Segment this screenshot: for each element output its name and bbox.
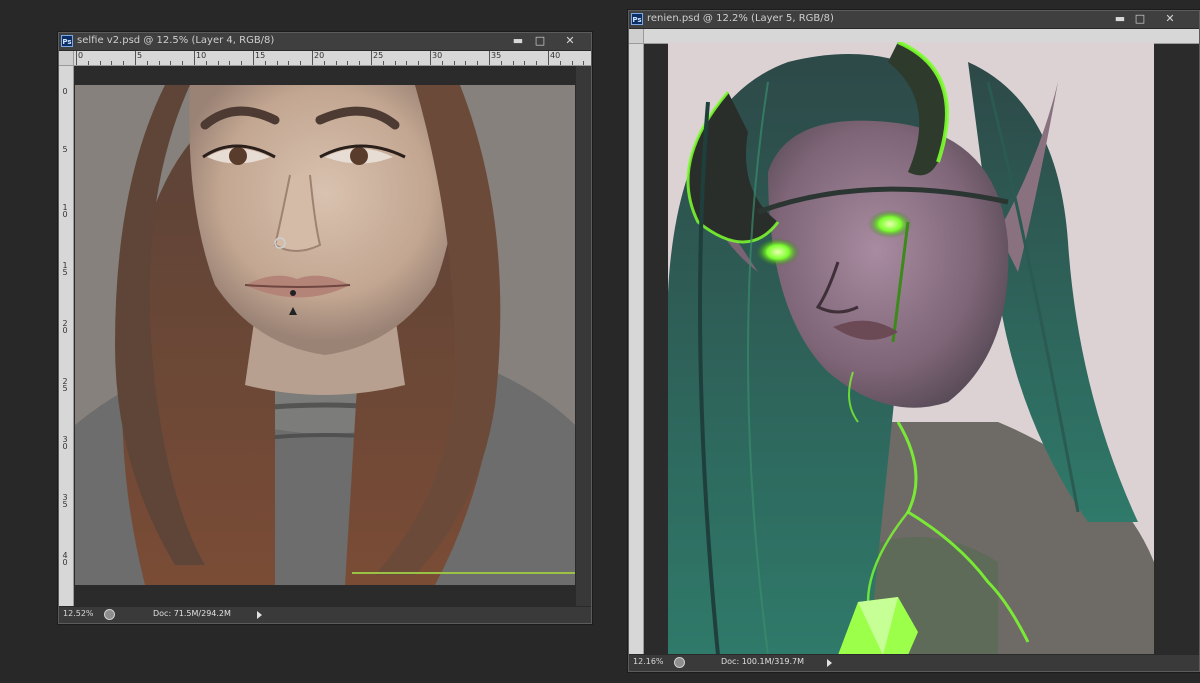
ruler-v-label: 25 — [62, 377, 68, 393]
ruler-tick — [406, 61, 408, 65]
ruler-tick — [465, 61, 467, 65]
ruler-tick — [371, 51, 372, 65]
ruler-v-label: 15 — [62, 261, 68, 277]
ruler-tick — [559, 61, 561, 65]
ruler-tick — [111, 61, 113, 65]
ruler-h-label: 0 — [78, 51, 84, 60]
ruler-corner[interactable] — [629, 29, 644, 44]
status-menu-arrow-icon[interactable] — [827, 659, 832, 667]
ruler-tick — [229, 61, 231, 65]
ruler-tick — [76, 51, 77, 65]
ruler-tick — [453, 61, 455, 65]
ruler-h-label: 40 — [550, 51, 561, 60]
canvas-elf-painting[interactable] — [668, 42, 1154, 655]
ruler-tick — [205, 61, 207, 65]
ruler-tick — [135, 51, 136, 65]
ruler-tick — [359, 61, 361, 65]
status-menu-arrow-icon[interactable] — [257, 611, 262, 619]
ruler-tick — [441, 61, 443, 65]
document-window-renien: Ps renien.psd @ 12.2% (Layer 5, RGB/8) ▬… — [628, 10, 1200, 672]
minimize-icon[interactable]: ▬ — [1109, 12, 1131, 26]
ruler-v-label: 20 — [62, 319, 68, 335]
status-bar: 12.16% Doc: 100.1M/319.7M — [629, 654, 1199, 671]
document-size: Doc: 71.5M/294.2M — [153, 609, 231, 618]
ruler-tick — [548, 51, 549, 65]
zoom-level[interactable]: 12.16% — [633, 657, 664, 666]
ruler-tick — [87, 61, 89, 65]
ruler-tick — [489, 51, 490, 65]
ruler-tick — [430, 51, 431, 65]
vertical-ruler[interactable]: 0 5 10 15 20 25 30 35 40 — [59, 66, 74, 606]
ruler-v-label: 5 — [62, 145, 68, 154]
vertical-ruler[interactable] — [629, 44, 644, 654]
ruler-tick — [323, 61, 325, 65]
ruler-tick — [123, 61, 125, 65]
ruler-v-label: 35 — [62, 493, 68, 509]
ruler-tick — [394, 61, 396, 65]
ruler-corner[interactable] — [59, 51, 74, 66]
ruler-tick — [194, 51, 195, 65]
ruler-v-label: 40 — [62, 551, 68, 567]
photoshop-logo-icon: Ps — [61, 35, 73, 47]
ruler-tick — [347, 61, 349, 65]
maximize-icon[interactable]: □ — [529, 34, 551, 48]
ruler-h-label: 5 — [137, 51, 143, 60]
ruler-tick — [382, 61, 384, 65]
horizontal-ruler[interactable]: 0 5 10 15 20 25 30 35 40 — [74, 51, 591, 66]
window-titlebar[interactable]: Ps selfie v2.psd @ 12.5% (Layer 4, RGB/8… — [59, 33, 591, 51]
status-options-icon[interactable] — [104, 609, 115, 620]
ruler-tick — [182, 61, 184, 65]
vertical-scrollbar[interactable] — [1154, 44, 1199, 654]
ruler-tick — [477, 61, 479, 65]
close-icon[interactable]: ✕ — [559, 34, 581, 48]
maximize-icon[interactable]: □ — [1129, 12, 1151, 26]
ruler-tick — [146, 61, 148, 65]
ruler-tick — [524, 61, 526, 65]
window-titlebar[interactable]: Ps renien.psd @ 12.2% (Layer 5, RGB/8) ▬… — [629, 11, 1199, 29]
ruler-tick — [276, 61, 278, 65]
ruler-tick — [571, 61, 573, 65]
ruler-h-label: 20 — [314, 51, 325, 60]
ruler-h-label: 35 — [491, 51, 502, 60]
ruler-h-label: 25 — [373, 51, 384, 60]
minimize-icon[interactable]: ▬ — [507, 34, 529, 48]
window-title: selfie v2.psd @ 12.5% (Layer 4, RGB/8) — [77, 35, 275, 46]
ruler-tick — [264, 61, 266, 65]
ruler-tick — [288, 61, 290, 65]
vertical-scrollbar[interactable] — [576, 66, 591, 606]
ruler-tick — [335, 61, 337, 65]
ruler-tick — [300, 61, 302, 65]
ruler-h-label: 30 — [432, 51, 443, 60]
ruler-tick — [253, 51, 254, 65]
ruler-tick — [512, 61, 514, 65]
ruler-tick — [418, 61, 420, 65]
ruler-tick — [500, 61, 502, 65]
ruler-v-label: 10 — [62, 203, 68, 219]
document-size: Doc: 100.1M/319.7M — [721, 657, 804, 666]
close-icon[interactable]: ✕ — [1159, 12, 1181, 26]
window-title: renien.psd @ 12.2% (Layer 5, RGB/8) — [647, 13, 834, 24]
ruler-v-label: 0 — [62, 87, 68, 96]
ruler-tick — [583, 61, 585, 65]
canvas-selfie-painting[interactable] — [75, 85, 575, 585]
ruler-tick — [99, 61, 101, 65]
status-options-icon[interactable] — [674, 657, 685, 668]
ruler-tick — [536, 61, 538, 65]
ruler-tick — [217, 61, 219, 65]
ruler-h-label: 15 — [255, 51, 266, 60]
ruler-tick — [241, 61, 243, 65]
zoom-level[interactable]: 12.52% — [63, 609, 94, 618]
ruler-tick — [312, 51, 313, 65]
ruler-v-label: 30 — [62, 435, 68, 451]
document-window-selfie: Ps selfie v2.psd @ 12.5% (Layer 4, RGB/8… — [58, 32, 592, 624]
ruler-tick — [158, 61, 160, 65]
ruler-tick — [170, 61, 172, 65]
status-bar: 12.52% Doc: 71.5M/294.2M — [59, 606, 591, 623]
ruler-h-label: 10 — [196, 51, 207, 60]
photoshop-logo-icon: Ps — [631, 13, 643, 25]
